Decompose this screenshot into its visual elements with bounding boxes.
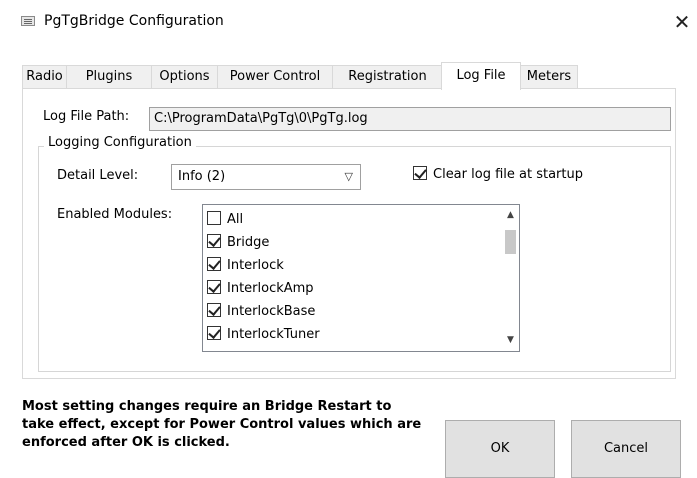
cancel-button[interactable]: Cancel (571, 420, 681, 478)
checkbox-icon (207, 257, 221, 271)
enabled-modules-label: Enabled Modules: (57, 207, 173, 222)
detail-level-label: Detail Level: (57, 168, 139, 183)
chevron-up-icon[interactable]: ▲ (502, 207, 519, 224)
module-item-interlock[interactable]: Interlock (207, 255, 284, 277)
tab-options[interactable]: Options (151, 65, 218, 89)
module-label: Bridge (227, 235, 270, 250)
tab-strip: Radio Plugins Options Power Control Regi… (22, 62, 675, 90)
checkbox-icon (413, 166, 427, 180)
module-item-interlockbase[interactable]: InterlockBase (207, 301, 315, 323)
title-bar: PgTgBridge Configuration ✕ (0, 0, 697, 46)
module-label: All (227, 212, 244, 227)
modules-scrollbar[interactable]: ▲ ▼ (502, 205, 519, 351)
module-item-interlockamp[interactable]: InterlockAmp (207, 278, 314, 300)
chevron-down-icon: ▽ (344, 170, 353, 183)
tab-meters[interactable]: Meters (520, 65, 578, 89)
logging-configuration-title: Logging Configuration (44, 135, 196, 150)
tab-radio[interactable]: Radio (22, 65, 67, 89)
checkbox-icon (207, 326, 221, 340)
checkbox-icon (207, 303, 221, 317)
log-file-path-label: Log File Path: (43, 109, 130, 124)
log-file-panel: Log File Path: C:\ProgramData\PgTg\0\PgT… (22, 88, 676, 379)
ok-button[interactable]: OK (445, 420, 555, 478)
app-window-icon (21, 16, 35, 26)
window-title: PgTgBridge Configuration (44, 13, 224, 29)
module-label: Interlock (227, 258, 284, 273)
scrollbar-thumb[interactable] (505, 230, 516, 254)
detail-level-value: Info (2) (178, 169, 226, 184)
restart-note: Most setting changes require an Bridge R… (22, 399, 422, 450)
tab-log-file[interactable]: Log File (441, 62, 521, 90)
checkbox-icon (207, 234, 221, 248)
module-label: InterlockTuner (227, 327, 320, 342)
clear-log-checkbox[interactable]: Clear log file at startup (413, 166, 583, 182)
module-item-interlocktuner[interactable]: InterlockTuner (207, 324, 320, 346)
module-label: InterlockAmp (227, 281, 314, 296)
detail-level-dropdown[interactable]: Info (2) ▽ (171, 164, 361, 190)
module-label: InterlockBase (227, 304, 316, 319)
tab-plugins[interactable]: Plugins (66, 65, 152, 89)
enabled-modules-list[interactable]: All Bridge Interlock InterlockAmp Interl… (202, 204, 520, 352)
close-button[interactable]: ✕ (667, 10, 697, 36)
clear-log-label: Clear log file at startup (433, 167, 583, 182)
checkbox-icon (207, 211, 221, 225)
chevron-down-icon[interactable]: ▼ (502, 332, 519, 349)
module-item-all[interactable]: All (207, 209, 243, 231)
checkbox-icon (207, 280, 221, 294)
tab-power-control[interactable]: Power Control (217, 65, 333, 89)
log-file-path-field[interactable]: C:\ProgramData\PgTg\0\PgTg.log (149, 107, 671, 131)
module-item-bridge[interactable]: Bridge (207, 232, 269, 254)
tab-registration[interactable]: Registration (332, 65, 443, 89)
